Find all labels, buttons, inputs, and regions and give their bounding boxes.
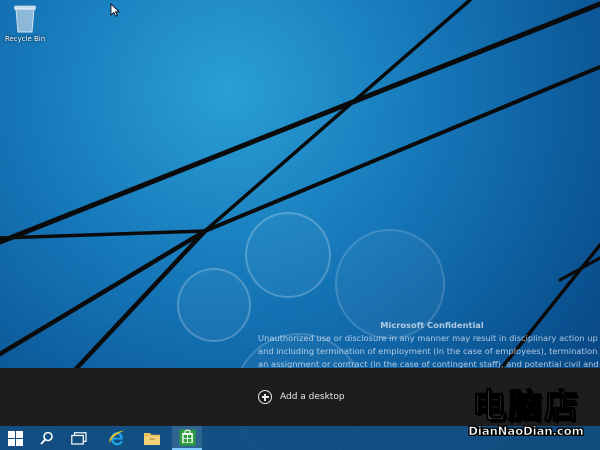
internet-explorer-icon bbox=[109, 430, 125, 446]
confidential-notice: Microsoft Confidential Unauthorized use … bbox=[258, 319, 600, 371]
start-button[interactable] bbox=[0, 426, 30, 450]
confidential-line: and including termination of employment … bbox=[258, 346, 600, 356]
task-view-icon bbox=[71, 431, 87, 445]
watermark: 电脑店 DianNaoDian.com bbox=[455, 387, 597, 446]
plus-circle-icon bbox=[258, 390, 272, 404]
confidential-line: Unauthorized use or disclosure in any ma… bbox=[258, 333, 600, 343]
search-icon bbox=[40, 431, 53, 445]
animation-circle-2 bbox=[177, 268, 251, 342]
add-desktop-label: Add a desktop bbox=[280, 392, 345, 402]
recycle-bin-shortcut[interactable]: Recycle Bin bbox=[4, 2, 46, 43]
desktop[interactable]: Recycle Bin Microsoft Confidential Unaut… bbox=[0, 0, 600, 450]
animation-circle-1 bbox=[245, 212, 331, 298]
store-button[interactable] bbox=[172, 426, 202, 450]
confidential-title: Microsoft Confidential bbox=[380, 320, 484, 330]
windows-logo-icon bbox=[7, 430, 23, 446]
internet-explorer-button[interactable] bbox=[102, 426, 132, 450]
watermark-site: DianNaoDian.com bbox=[468, 424, 584, 439]
file-explorer-button[interactable] bbox=[137, 426, 167, 450]
task-view-button[interactable] bbox=[64, 426, 94, 450]
add-desktop-button[interactable]: Add a desktop bbox=[258, 389, 345, 405]
mouse-cursor-icon bbox=[110, 3, 120, 17]
folder-icon bbox=[144, 432, 160, 445]
watermark-chinese: 电脑店 bbox=[471, 387, 580, 427]
search-button[interactable] bbox=[32, 426, 62, 450]
recycle-bin-label: Recycle Bin bbox=[4, 35, 46, 43]
store-icon bbox=[179, 429, 195, 445]
recycle-bin-icon bbox=[14, 5, 36, 33]
